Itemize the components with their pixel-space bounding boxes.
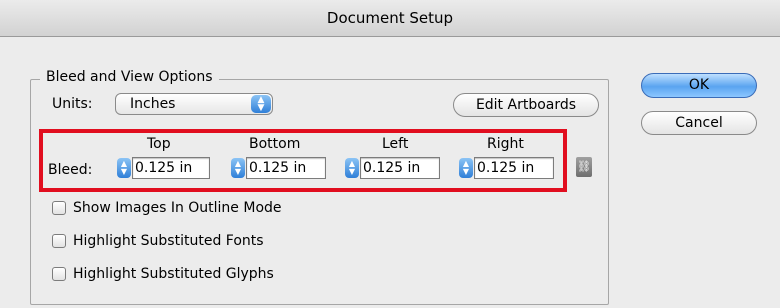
document-setup-dialog: Document Setup Bleed and View Options Un…	[0, 0, 780, 308]
show-images-outline-label: Show Images In Outline Mode	[73, 200, 282, 216]
popup-arrows-icon: ▲ ▼	[251, 95, 271, 113]
units-select[interactable]: Inches ▲ ▼	[115, 93, 273, 115]
highlight-glyphs-checkbox[interactable]	[52, 267, 66, 281]
bleed-bottom-field[interactable]: 0.125 in	[246, 157, 326, 179]
bleed-header-left: Left	[382, 136, 409, 152]
bleed-bottom-stepper[interactable]: ▲ ▼	[231, 158, 245, 178]
highlight-fonts-label: Highlight Substituted Fonts	[73, 233, 264, 249]
highlight-fonts-checkbox[interactable]	[52, 234, 66, 248]
bleed-top-stepper[interactable]: ▲ ▼	[117, 158, 131, 178]
bleed-top-field[interactable]: 0.125 in	[132, 157, 210, 179]
bleed-header-top: Top	[147, 136, 171, 152]
group-legend: Bleed and View Options	[40, 68, 219, 86]
window-title: Document Setup	[0, 0, 780, 37]
chain-link-icon[interactable]: ⛓	[576, 157, 592, 177]
bleed-right-stepper[interactable]: ▲ ▼	[459, 158, 473, 178]
bleed-left-field[interactable]: 0.125 in	[360, 157, 440, 179]
show-images-outline-checkbox[interactable]	[52, 201, 66, 215]
cancel-button[interactable]: Cancel	[641, 111, 757, 135]
bleed-label: Bleed:	[48, 162, 93, 178]
bleed-header-right: Right	[487, 136, 524, 152]
bleed-left-stepper[interactable]: ▲ ▼	[345, 158, 359, 178]
units-value: Inches	[130, 96, 176, 112]
ok-button[interactable]: OK	[641, 73, 757, 98]
units-label: Units:	[52, 96, 93, 112]
edit-artboards-button[interactable]: Edit Artboards	[453, 93, 599, 117]
highlight-glyphs-label: Highlight Substituted Glyphs	[73, 266, 274, 282]
bleed-right-field[interactable]: 0.125 in	[474, 157, 554, 179]
bleed-header-bottom: Bottom	[249, 136, 301, 152]
